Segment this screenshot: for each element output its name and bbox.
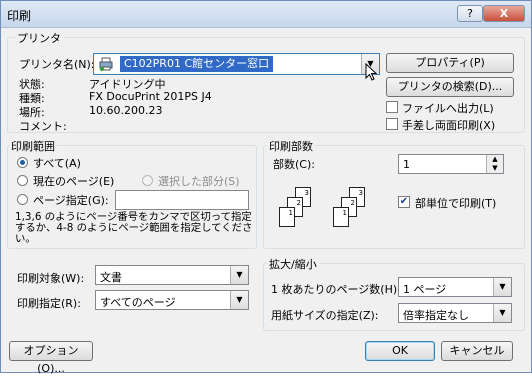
collate-label[interactable]: 部単位で印刷(T)	[415, 195, 496, 211]
collate-checkbox[interactable]: ✔	[398, 196, 410, 208]
help-button[interactable]: ?	[457, 5, 483, 22]
page-icon: 1	[279, 207, 295, 227]
copies-count-label: 部数(C):	[273, 158, 315, 171]
scale-label: 用紙サイズの指定(Z):	[271, 309, 379, 322]
page-icon: 1	[333, 207, 349, 227]
pages-per-sheet-select[interactable]: 1 ページ ▼	[398, 277, 512, 297]
range-hint-text-3: い。	[15, 233, 36, 245]
copies-count-spinner[interactable]: 1 ▲ ▼	[398, 154, 504, 174]
comment-label: コメント:	[19, 120, 67, 133]
uncollated-pages-icon: 3 2 1	[277, 187, 317, 229]
range-selection-radio[interactable]	[142, 175, 153, 186]
spinner-down-icon[interactable]: ▼	[486, 164, 503, 173]
scale-select[interactable]: 倍率指定なし ▼	[398, 303, 512, 323]
printer-icon	[98, 56, 114, 72]
range-pages-radio[interactable]	[17, 194, 28, 205]
properties-button[interactable]: プロパティ(P)	[386, 53, 514, 73]
copies-count-value: 1	[403, 158, 410, 171]
range-current-page-radio[interactable]	[17, 175, 28, 186]
print-what-label: 印刷対象(W):	[17, 272, 85, 285]
range-current-page-label[interactable]: 現在のページ(E)	[33, 173, 114, 189]
printer-name-select[interactable]: C102PR01 C館センター窓口 ▼	[93, 53, 380, 75]
pages-per-sheet-value: 1 ページ	[403, 283, 447, 296]
print-what-select[interactable]: 文書 ▼	[95, 265, 249, 285]
collated-pages-icon: 3 2 1	[331, 187, 371, 229]
print-mode-select[interactable]: すべてのページ ▼	[95, 290, 249, 310]
range-selection-label[interactable]: 選択した部分(S)	[158, 173, 240, 189]
range-all-label[interactable]: すべて(A)	[33, 155, 81, 171]
range-hint-text-2: するか、4-8 のようにページ範囲を指定してくださ	[15, 222, 253, 234]
ok-button[interactable]: OK	[365, 341, 435, 361]
print-dialog: 印刷 ? X プリンタ プリンタ名(N): C102PR01 C館センター窓口 …	[0, 0, 532, 375]
printer-name-value: C102PR01 C館センター窓口	[120, 56, 274, 72]
print-mode-value: すべてのページ	[100, 296, 176, 309]
print-what-value: 文書	[100, 271, 122, 284]
zoom-group-label: 拡大/縮小	[267, 256, 319, 272]
print-to-file-checkbox[interactable]	[386, 101, 398, 113]
dialog-title: 印刷	[7, 9, 32, 23]
range-all-radio[interactable]	[17, 157, 28, 168]
printer-name-label: プリンタ名(N):	[19, 58, 95, 71]
scale-value: 倍率指定なし	[403, 309, 469, 322]
print-range-group-label: 印刷範囲	[9, 138, 57, 154]
title-bar: 印刷 ? X	[1, 1, 531, 28]
range-pages-label[interactable]: ページ指定(G):	[33, 192, 109, 208]
chevron-down-icon[interactable]: ▼	[230, 291, 248, 309]
chevron-down-icon[interactable]: ▼	[493, 304, 511, 322]
pages-per-sheet-label: 1 枚あたりのページ数(H):	[271, 283, 401, 296]
print-to-file-label[interactable]: ファイルへ出力(L)	[402, 100, 494, 116]
location-value: 10.60.200.23	[89, 104, 163, 117]
manual-duplex-label[interactable]: 手差し両面印刷(X)	[402, 117, 495, 133]
cancel-button[interactable]: キャンセル	[441, 341, 513, 361]
options-button[interactable]: オプション(O)...	[9, 341, 93, 375]
close-button[interactable]: X	[483, 5, 525, 22]
page-range-input[interactable]	[115, 190, 249, 210]
printer-group-label: プリンタ	[15, 30, 63, 46]
print-mode-label: 印刷指定(R):	[17, 297, 81, 310]
type-value: FX DocuPrint 201PS J4	[89, 90, 212, 103]
mouse-cursor-icon	[365, 62, 378, 84]
copies-group-label: 印刷部数	[267, 138, 315, 154]
find-printer-button[interactable]: プリンタの検索(D)...	[386, 77, 514, 97]
chevron-down-icon[interactable]: ▼	[230, 266, 248, 284]
chevron-down-icon[interactable]: ▼	[493, 278, 511, 296]
manual-duplex-checkbox[interactable]	[386, 118, 398, 130]
